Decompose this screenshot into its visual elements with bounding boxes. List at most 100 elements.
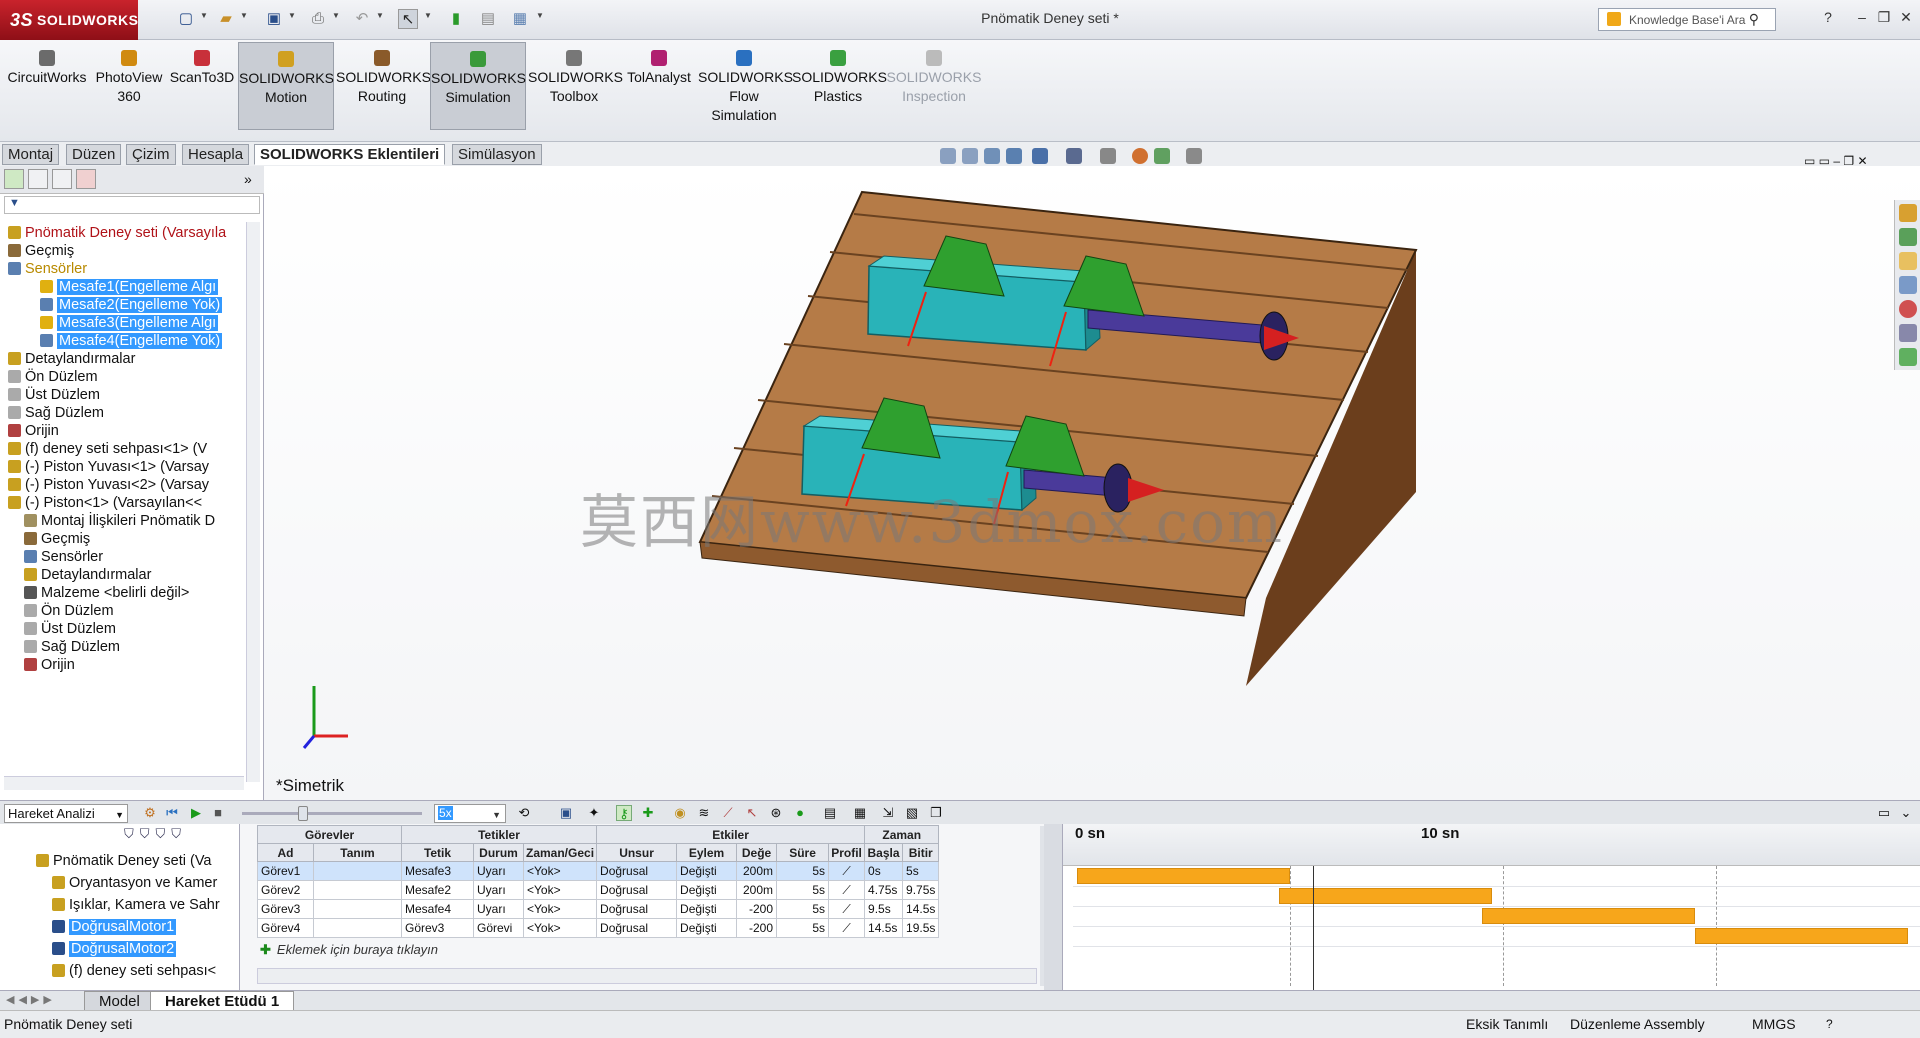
task-row[interactable]: Görev4 Görev3 Görevi <Yok> Doğrusal Değişti -2… <box>257 918 940 938</box>
print-icon[interactable]: ⎙ <box>308 9 328 29</box>
autokey-icon[interactable]: ⚷ <box>616 805 632 821</box>
feature-manager-tab-icon[interactable] <box>4 169 24 189</box>
cell-tetik[interactable]: Mesafe3 <box>401 861 474 881</box>
column-header[interactable]: Tetik <box>401 843 474 862</box>
collapse-icon[interactable]: ⇲ <box>880 805 896 821</box>
column-header[interactable]: Değe <box>736 843 778 862</box>
stop-icon[interactable]: ■ <box>210 805 226 821</box>
open-folder-icon[interactable]: ▰ <box>216 9 236 29</box>
cell-ad[interactable]: Görev4 <box>257 918 314 938</box>
task-bar[interactable] <box>1279 888 1493 904</box>
tree-horizontal-scrollbar[interactable] <box>4 776 244 790</box>
gravity-icon[interactable]: ● <box>792 805 808 821</box>
playback-speed-slider[interactable] <box>242 812 422 815</box>
tab-duzen[interactable]: Düzen <box>66 144 122 165</box>
study-type-select[interactable]: Hareket Analizi ▼ <box>4 804 128 823</box>
cell-zaman[interactable]: <Yok> <box>522 899 598 919</box>
save-animation-icon[interactable]: ▣ <box>558 805 574 821</box>
viewport-split-icon[interactable]: ▭ ▭ – ❐ ✕ <box>1804 154 1868 168</box>
event-view-icon[interactable]: ▧ <box>904 805 920 821</box>
column-header[interactable]: Zaman/Geci <box>522 843 598 862</box>
view-palette-icon[interactable] <box>1899 276 1917 294</box>
cell-unsur[interactable]: Doğrusal <box>596 899 678 919</box>
timeline[interactable]: 0 sn 10 sn <box>1062 824 1920 990</box>
cell-unsur[interactable]: Doğrusal <box>596 918 678 938</box>
table-horizontal-scrollbar[interactable] <box>257 968 1037 984</box>
cell-zaman[interactable]: <Yok> <box>522 880 598 900</box>
add-task-row[interactable]: ✚ Eklemek için buraya tıklayın <box>260 942 438 958</box>
cell-eylem[interactable]: Değişti <box>676 880 738 900</box>
scene-icon[interactable] <box>1154 148 1170 164</box>
graphics-viewport[interactable]: 莫西网www.3dmox.com ▭ ▭ – ❐ ✕ *Simetrik <box>264 148 1920 800</box>
tab-montaj[interactable]: Montaj <box>2 144 60 165</box>
appearance-icon[interactable] <box>1132 148 1148 164</box>
task-bar[interactable] <box>1694 928 1908 944</box>
cell-durum[interactable]: Görevi <box>473 918 524 938</box>
file-explorer-icon[interactable] <box>1899 252 1917 270</box>
column-header[interactable]: Başla <box>864 843 904 862</box>
ribbon-button-plastics[interactable]: SOLIDWORKS Plastics <box>792 42 887 130</box>
search-icon[interactable]: ⚲ <box>1749 11 1759 28</box>
column-header[interactable]: Tanım <box>313 843 402 862</box>
minimize-icon[interactable]: – <box>1852 9 1872 29</box>
timeline-view-icon[interactable]: ▭ <box>1876 805 1892 821</box>
options-icon[interactable]: ▦ <box>510 9 530 29</box>
ribbon-button-scanto3d[interactable]: ScanTo3D <box>168 42 236 130</box>
view-orientation-icon[interactable] <box>1032 148 1048 164</box>
configuration-manager-tab-icon[interactable] <box>52 169 72 189</box>
help-icon[interactable]: ? <box>1826 1011 1833 1037</box>
restore-icon[interactable]: ❐ <box>1874 9 1894 29</box>
profile-icon[interactable]: ⟋ <box>828 899 866 919</box>
forum-icon[interactable] <box>1899 348 1917 366</box>
tab-hesapla[interactable]: Hesapla <box>182 144 250 165</box>
section-view-icon[interactable] <box>1006 148 1022 164</box>
motion-tree-item[interactable]: Oryantasyon ve Kamer <box>52 872 238 894</box>
cell-basla[interactable]: 14.5s <box>864 918 904 938</box>
property-manager-tab-icon[interactable] <box>28 169 48 189</box>
cell-bitir[interactable]: 14.5s <box>902 899 940 919</box>
cell-basla[interactable]: 9.5s <box>864 899 904 919</box>
motion-tree-item[interactable]: DoğrusalMotor2 <box>52 938 238 960</box>
save-icon[interactable]: ▣ <box>264 9 284 29</box>
tab-scroll-icon[interactable]: ◀◀▶▶ <box>6 993 56 1006</box>
slider-thumb[interactable] <box>298 806 308 821</box>
tab-motion-study-1[interactable]: Hareket Etüdü 1 <box>150 991 295 1011</box>
force-icon[interactable]: ↖ <box>744 805 760 821</box>
close-icon[interactable]: ✕ <box>1896 9 1916 29</box>
cell-deger[interactable]: -200 <box>736 918 778 938</box>
zoom-fit-icon[interactable] <box>940 148 956 164</box>
ribbon-button-photoview[interactable]: PhotoView 360 <box>92 42 166 130</box>
cell-tetik[interactable]: Mesafe4 <box>401 899 474 919</box>
column-header[interactable]: Unsur <box>596 843 678 862</box>
cell-durum[interactable]: Uyarı <box>473 861 524 881</box>
column-header[interactable]: Ad <box>257 843 314 862</box>
chevron-down-icon[interactable]: ▼ <box>536 11 544 20</box>
copy-icon[interactable]: ❐ <box>928 805 944 821</box>
appearances-icon[interactable] <box>1899 300 1917 318</box>
tree-filter[interactable]: ▼ <box>4 196 260 214</box>
resources-icon[interactable] <box>1899 204 1917 222</box>
task-bar[interactable] <box>1481 908 1695 924</box>
column-header[interactable]: Durum <box>473 843 524 862</box>
ribbon-button-flow-simulation[interactable]: SOLIDWORKS Flow Simulation <box>698 42 793 130</box>
cell-tetik[interactable]: Görev3 <box>401 918 474 938</box>
spring-icon[interactable]: ≋ <box>696 805 712 821</box>
contact-icon[interactable]: ⊛ <box>768 805 784 821</box>
cell-durum[interactable]: Uyarı <box>473 899 524 919</box>
tab-cizim[interactable]: Çizim <box>126 144 176 165</box>
tree-item[interactable]: Orijin <box>24 654 246 676</box>
ribbon-button-routing[interactable]: SOLIDWORKS Routing <box>336 42 431 130</box>
ribbon-button-simulation[interactable]: SOLIDWORKS Simulation <box>430 42 526 130</box>
ribbon-button-circuitworks[interactable]: CircuitWorks <box>4 42 90 130</box>
study-properties-icon[interactable]: ▦ <box>852 805 868 821</box>
motion-tree-item[interactable]: DoğrusalMotor1 <box>52 916 238 938</box>
file-properties-icon[interactable]: ▤ <box>478 9 498 29</box>
column-header[interactable]: Profil <box>828 843 866 862</box>
chevron-down-icon[interactable]: ▼ <box>332 11 340 20</box>
cell-deger[interactable]: 200m <box>736 861 778 881</box>
profile-icon[interactable]: ⟋ <box>828 861 866 881</box>
add-key-icon[interactable]: ✚ <box>640 805 656 821</box>
status-units[interactable]: MMGS <box>1752 1011 1796 1037</box>
cell-sure[interactable]: 5s <box>776 880 830 900</box>
play-icon[interactable]: ▶ <box>188 805 204 821</box>
